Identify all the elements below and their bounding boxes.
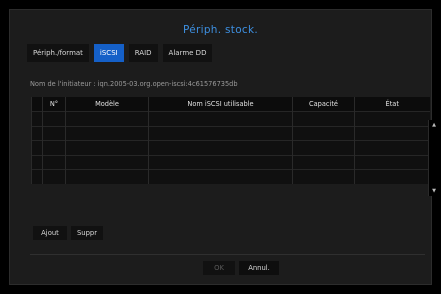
table-cell: [42, 169, 66, 184]
table-row[interactable]: [31, 111, 430, 126]
storage-device-dialog: Périph. stock. Périph./format iSCSI RAID…: [9, 9, 439, 285]
column-header-model[interactable]: Modèle: [65, 97, 149, 112]
tab-hdd-alarm[interactable]: Alarme DD: [162, 44, 213, 62]
table-cell: [65, 125, 149, 141]
table-cell: [148, 154, 293, 170]
initiator-name: Nom de l'initiateur : iqn.2005-03.org.op…: [30, 80, 238, 88]
table-cell: [354, 125, 430, 141]
ok-button[interactable]: OK: [203, 261, 235, 275]
tab-raid[interactable]: RAID: [128, 44, 158, 62]
cancel-button[interactable]: Annul.: [239, 261, 279, 275]
footer-divider: [30, 254, 425, 255]
iscsi-table: N° Modèle Nom iSCSI utilisable Capacité …: [31, 97, 430, 184]
column-header-iscsi-name[interactable]: Nom iSCSI utilisable: [148, 97, 293, 112]
tab-bar: Périph./format iSCSI RAID Alarme DD: [27, 44, 213, 62]
table-cell: [148, 169, 293, 184]
table-cell: [65, 154, 149, 170]
table-cell: [31, 169, 43, 184]
column-header-capacity[interactable]: Capacité: [292, 97, 355, 112]
table-row[interactable]: [31, 154, 430, 170]
table-cell: [292, 140, 355, 155]
column-header-status[interactable]: État: [354, 97, 430, 112]
scroll-down-arrow-icon[interactable]: ▼: [429, 187, 439, 195]
table-cell: [65, 169, 149, 184]
table-cell: [292, 169, 355, 184]
table-cell: [42, 111, 66, 126]
table-cell: [31, 125, 43, 141]
table-cell: [65, 111, 149, 126]
scroll-up-arrow-icon[interactable]: ▲: [429, 121, 439, 129]
table-cell: [42, 125, 66, 141]
tab-device-format[interactable]: Périph./format: [27, 44, 89, 62]
add-button[interactable]: Ajout: [33, 226, 67, 240]
table-cell: [354, 169, 430, 184]
table-header-row: N° Modèle Nom iSCSI utilisable Capacité …: [31, 97, 430, 112]
table-cell: [354, 140, 430, 155]
column-header-select: [31, 97, 43, 112]
table-row[interactable]: [31, 140, 430, 155]
delete-button[interactable]: Suppr: [71, 226, 103, 240]
column-header-number: N°: [42, 97, 66, 112]
table-row[interactable]: [31, 125, 430, 141]
table-cell: [292, 125, 355, 141]
dialog-title: Périph. stock.: [182, 24, 259, 36]
table-scrollbar[interactable]: ▲ ▼: [428, 120, 439, 196]
table-cell: [292, 154, 355, 170]
table-cell: [31, 154, 43, 170]
table-cell: [292, 111, 355, 126]
table-cell: [31, 111, 43, 126]
iscsi-table-container: N° Modèle Nom iSCSI utilisable Capacité …: [31, 97, 439, 196]
table-row[interactable]: [31, 169, 430, 184]
table-cell: [148, 111, 293, 126]
table-cell: [354, 111, 430, 126]
table-cell: [148, 125, 293, 141]
table-cell: [65, 140, 149, 155]
table-cell: [42, 140, 66, 155]
tab-iscsi[interactable]: iSCSI: [93, 44, 124, 62]
table-cell: [42, 154, 66, 170]
table-cell: [31, 140, 43, 155]
table-cell: [148, 140, 293, 155]
table-cell: [354, 154, 430, 170]
